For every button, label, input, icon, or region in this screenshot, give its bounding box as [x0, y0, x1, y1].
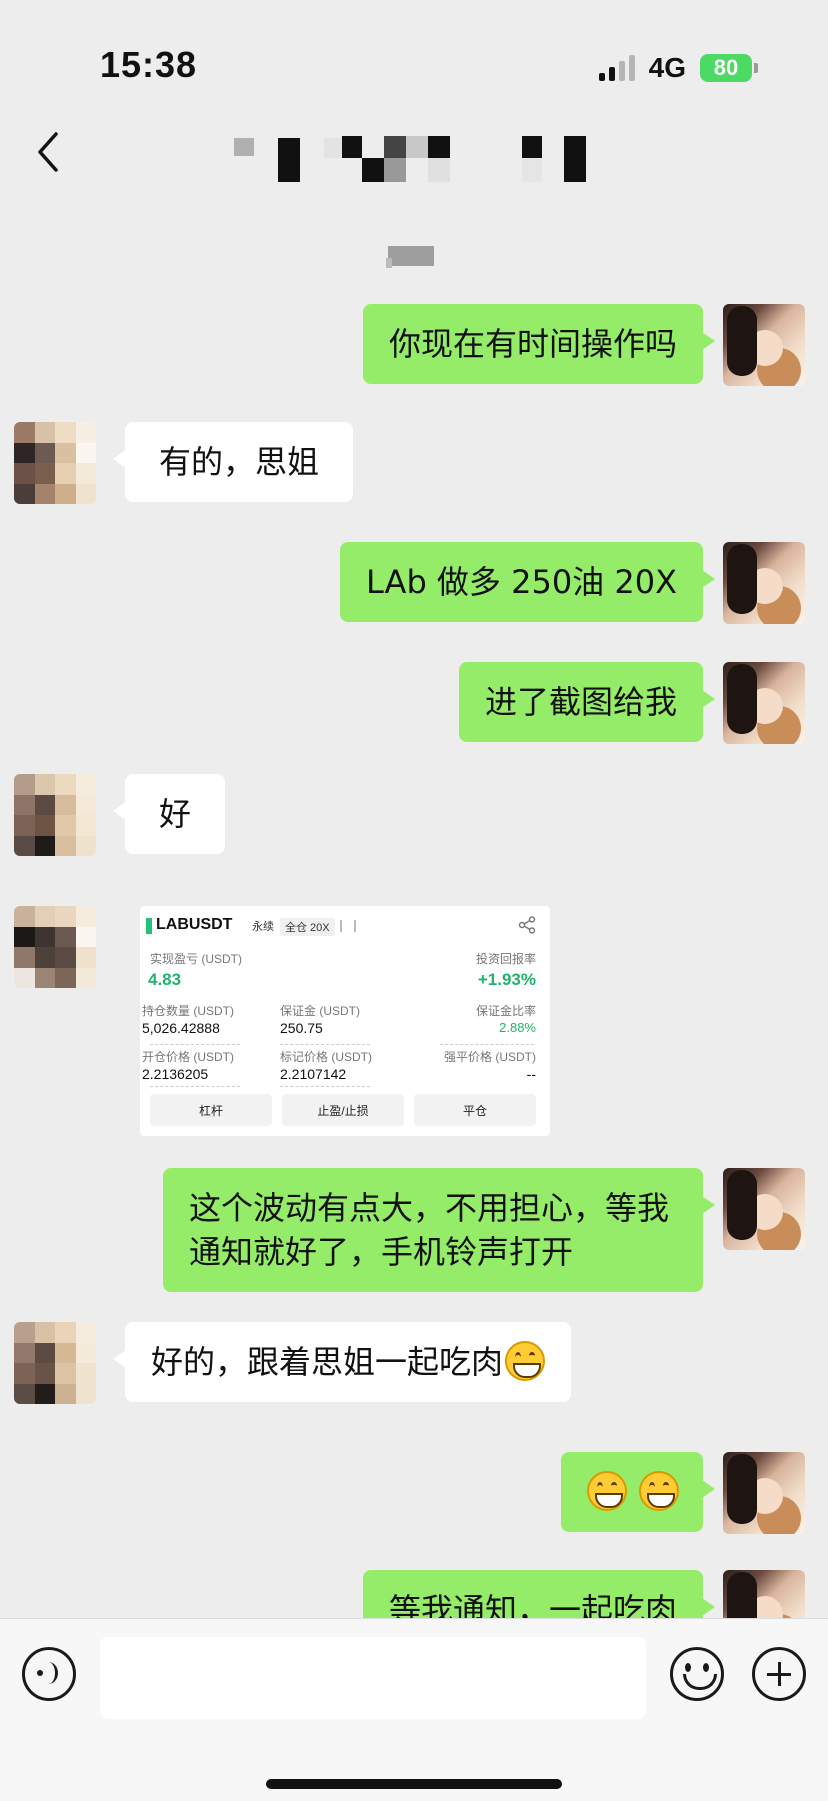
status-bar: 15:38 4G 80 — [0, 0, 828, 100]
divider — [150, 1044, 240, 1045]
message-bubble[interactable]: 好的，跟着思姐一起吃肉 — [112, 1322, 572, 1402]
trade-screenshot-image[interactable]: LABUSDT 永续 全仓 20X 实现盈亏 (USDT) 4.83 投资回报率… — [140, 906, 550, 1136]
avatar[interactable] — [14, 774, 96, 856]
message-row: LABUSDT 永续 全仓 20X 实现盈亏 (USDT) 4.83 投资回报率… — [0, 906, 828, 1142]
home-indicator[interactable] — [266, 1779, 562, 1789]
avatar[interactable] — [723, 1168, 805, 1250]
chat-title-mosaic — [234, 136, 586, 182]
message-row: LAb 做多 250油 20X — [0, 542, 828, 626]
share-icon — [518, 916, 536, 934]
status-icons: 4G 80 — [598, 52, 758, 84]
mark-price-value: 2.2107142 — [280, 1066, 347, 1082]
voice-input-button[interactable] — [22, 1647, 76, 1701]
message-row: 进了截图给我 — [0, 662, 828, 746]
divider — [280, 1086, 370, 1087]
message-bubble[interactable]: 有的，思姐 — [112, 422, 354, 502]
mark-price-label: 标记价格 (USDT) — [280, 1050, 372, 1064]
avatar[interactable] — [723, 662, 805, 744]
message-row — [0, 1452, 828, 1536]
chat-subtitle-mosaic — [386, 246, 434, 268]
message-row: 好的，跟着思姐一起吃肉 — [0, 1322, 828, 1408]
chat-list[interactable]: 你现在有时间操作吗 有的，思姐 LAb 做多 250油 20X 进了截图给我 好 — [0, 290, 828, 1618]
realized-pnl-label: 实现盈亏 (USDT) — [150, 952, 242, 966]
margin-ratio-value: 2.88% — [499, 1020, 536, 1035]
avatar[interactable] — [14, 906, 96, 988]
avatar[interactable] — [14, 422, 96, 504]
network-type: 4G — [648, 52, 686, 83]
message-text: 好的，跟着思姐一起吃肉 — [151, 1343, 504, 1381]
avatar[interactable] — [723, 1452, 805, 1534]
divider — [280, 1044, 370, 1045]
message-row: 等我通知，一起吃肉 — [0, 1570, 828, 1618]
message-bubble[interactable]: 等我通知，一起吃肉 — [362, 1570, 716, 1618]
message-row: 有的，思姐 — [0, 422, 828, 508]
divider — [440, 1044, 534, 1045]
message-bubble[interactable]: 进了截图给我 — [458, 662, 716, 742]
grin-emoji-icon — [505, 1341, 546, 1381]
tag-perpetual: 永续 — [252, 921, 274, 933]
avatar[interactable] — [14, 1322, 96, 1404]
liq-price-value: -- — [526, 1066, 536, 1082]
margin-ratio-label: 保证金比率 — [475, 1004, 536, 1018]
message-row: 这个波动有点大，不用担心，等我通知就好了，手机铃声打开 — [0, 1168, 828, 1296]
more-button[interactable] — [752, 1647, 806, 1701]
back-icon[interactable] — [30, 130, 70, 174]
qty-value: 5,026.42888 — [142, 1020, 220, 1036]
avatar[interactable] — [723, 304, 805, 386]
liq-price-label: 强平价格 (USDT) — [444, 1050, 536, 1064]
signal-bars-icon — [340, 920, 356, 932]
message-bubble[interactable]: 好 — [112, 774, 226, 854]
avatar[interactable] — [723, 542, 805, 624]
roi-value: +1.93% — [477, 970, 536, 989]
tag-cross-leverage: 全仓 20X — [280, 918, 335, 936]
signal-icon — [598, 55, 635, 81]
message-bubble[interactable]: LAb 做多 250油 20X — [339, 542, 716, 622]
green-marker — [146, 918, 152, 934]
margin-value: 250.75 — [280, 1020, 323, 1036]
message-bubble[interactable]: 这个波动有点大，不用担心，等我通知就好了，手机铃声打开 — [163, 1168, 715, 1292]
qty-label: 持仓数量 (USDT) — [142, 1004, 234, 1018]
close-position-button: 平仓 — [414, 1094, 536, 1126]
message-row: 你现在有时间操作吗 — [0, 304, 828, 388]
emoji-button[interactable] — [670, 1647, 724, 1701]
grin-emoji-icon — [586, 1471, 627, 1511]
message-bubble[interactable]: 你现在有时间操作吗 — [362, 304, 716, 384]
avatar[interactable] — [723, 1570, 805, 1618]
leverage-button: 杠杆 — [150, 1094, 272, 1126]
margin-label: 保证金 (USDT) — [280, 1004, 360, 1018]
open-price-value: 2.2136205 — [142, 1066, 209, 1082]
open-price-label: 开仓价格 (USDT) — [142, 1050, 234, 1064]
roi-label: 投资回报率 — [475, 952, 536, 966]
battery-level: 80 — [700, 54, 752, 82]
grin-emoji-icon — [639, 1471, 679, 1511]
realized-pnl-value: 4.83 — [148, 970, 182, 989]
message-input[interactable] — [100, 1637, 646, 1719]
input-bar — [0, 1618, 828, 1801]
message-row: 好 — [0, 774, 828, 860]
battery-icon: 80 — [700, 54, 758, 82]
message-bubble[interactable] — [560, 1452, 716, 1532]
trade-symbol: LABUSDT — [156, 916, 233, 933]
status-time: 15:38 — [100, 44, 198, 85]
tpsl-button: 止盈/止损 — [282, 1094, 404, 1126]
divider — [150, 1086, 240, 1087]
